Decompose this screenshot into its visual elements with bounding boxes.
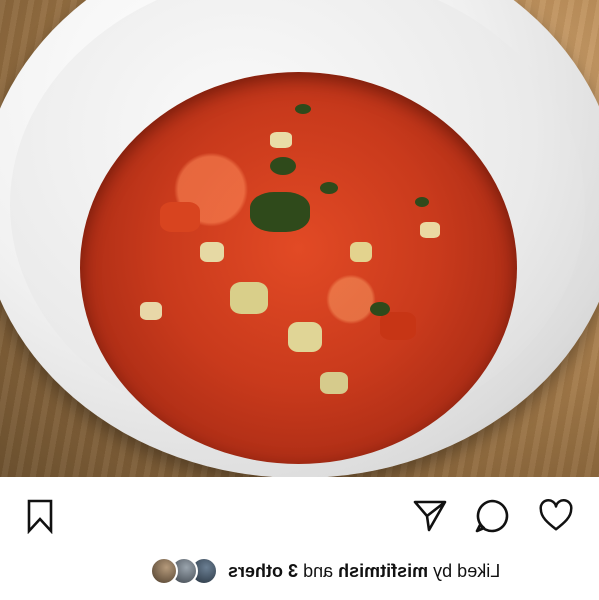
vegetable-chunk [380,312,416,340]
vegetable-chunk [320,372,348,394]
parsley-garnish [370,302,390,316]
likes-connector: and [303,560,334,581]
parsley-garnish [250,192,310,232]
post-photo[interactable] [0,0,599,477]
soup [80,72,517,464]
vegetable-chunk [288,322,322,352]
vegetable-chunk [230,282,268,314]
vegetable-chunk [200,242,224,262]
likes-text: Liked by misfitmish and 3 others [228,561,500,582]
parsley-garnish [415,197,429,207]
avatar[interactable] [150,557,178,585]
heart-icon[interactable] [538,498,574,534]
bookmark-icon[interactable] [22,498,58,534]
parsley-garnish [270,157,296,175]
liker-avatars[interactable] [150,557,218,585]
vegetable-chunk [160,202,200,232]
vegetable-chunk [140,302,162,320]
parsley-garnish [320,182,338,194]
likes-prefix: Liked by [433,560,501,581]
parsley-garnish [295,104,311,114]
send-icon[interactable] [412,498,448,534]
comment-icon[interactable] [474,498,510,534]
vegetable-chunk [420,222,440,238]
likes-others[interactable]: 3 others [228,561,298,581]
vegetable-chunk [270,132,292,148]
vegetable-chunk [350,242,372,262]
liker-username[interactable]: misfitmish [338,561,428,581]
likes-summary[interactable]: Liked by misfitmish and 3 others [150,557,580,585]
